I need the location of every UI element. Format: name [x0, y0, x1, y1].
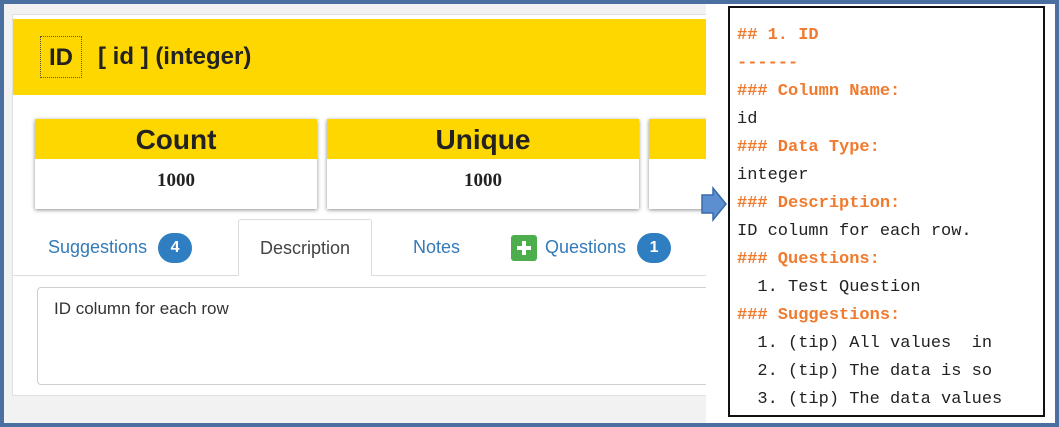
- markdown-text-line: 1. (tip) All values in: [737, 334, 993, 353]
- add-question-icon[interactable]: [511, 235, 537, 262]
- description-textarea[interactable]: ID column for each row: [37, 287, 706, 385]
- markdown-text-line: 3. (tip) The data values: [737, 390, 1003, 409]
- markdown-heading-line: ### Description:: [737, 194, 901, 213]
- unique-stat-label: Unique: [327, 119, 639, 159]
- partial-stat-label: [649, 119, 706, 159]
- column-card: ID [ id ] (integer) Count 1000 Unique 10…: [12, 14, 706, 396]
- markdown-text-line: integer: [737, 166, 809, 185]
- count-stat-value: 1000: [157, 170, 195, 191]
- arrow-right-icon: [701, 186, 727, 222]
- stat-card-partial: [649, 119, 706, 209]
- count-stat-label: Count: [35, 119, 317, 159]
- column-profile-panel: ID [ id ] (integer) Count 1000 Unique 10…: [4, 4, 706, 423]
- column-id-badge[interactable]: ID: [40, 36, 82, 78]
- markdown-text-line: 1. Test Question: [737, 278, 921, 297]
- markdown-heading-line: ### Data Type:: [737, 138, 880, 157]
- suggestions-count-badge: 4: [158, 233, 193, 264]
- unique-stat-card: Unique 1000: [327, 119, 639, 209]
- markdown-heading-line: ### Column Name:: [737, 82, 901, 101]
- markdown-text-line: ID column for each row.: [737, 222, 972, 241]
- column-header: ID [ id ] (integer): [13, 19, 706, 99]
- tab-description-label: Description: [260, 238, 351, 258]
- questions-count-badge: 1: [637, 233, 672, 264]
- column-title: [ id ] (integer): [98, 43, 252, 70]
- markdown-preview: ## 1. ID ------ ### Column Name: id ### Data…: [728, 6, 1045, 417]
- markdown-heading-line: ------: [737, 54, 799, 73]
- tab-bar: Suggestions 4 Description Notes Question…: [13, 219, 706, 276]
- tab-notes-label: Notes: [413, 237, 461, 257]
- tab-questions[interactable]: Questions 1: [511, 219, 672, 275]
- count-stat-card: Count 1000: [35, 119, 317, 209]
- tab-questions-label: Questions: [545, 237, 627, 257]
- tab-description[interactable]: Description: [238, 219, 373, 276]
- markdown-heading-line: ### Suggestions:: [737, 306, 901, 325]
- tab-suggestions-label: Suggestions: [48, 237, 148, 257]
- markdown-heading-line: ## 1. ID: [737, 26, 819, 45]
- markdown-text-line: 2. (tip) The data is so: [737, 362, 993, 381]
- partial-stat-value: [649, 159, 706, 209]
- markdown-heading-line: ### Questions:: [737, 250, 880, 269]
- unique-stat-value: 1000: [464, 170, 502, 191]
- markdown-text-line: id: [737, 110, 758, 129]
- tab-notes[interactable]: Notes: [413, 219, 460, 275]
- tab-suggestions[interactable]: Suggestions 4: [48, 219, 193, 275]
